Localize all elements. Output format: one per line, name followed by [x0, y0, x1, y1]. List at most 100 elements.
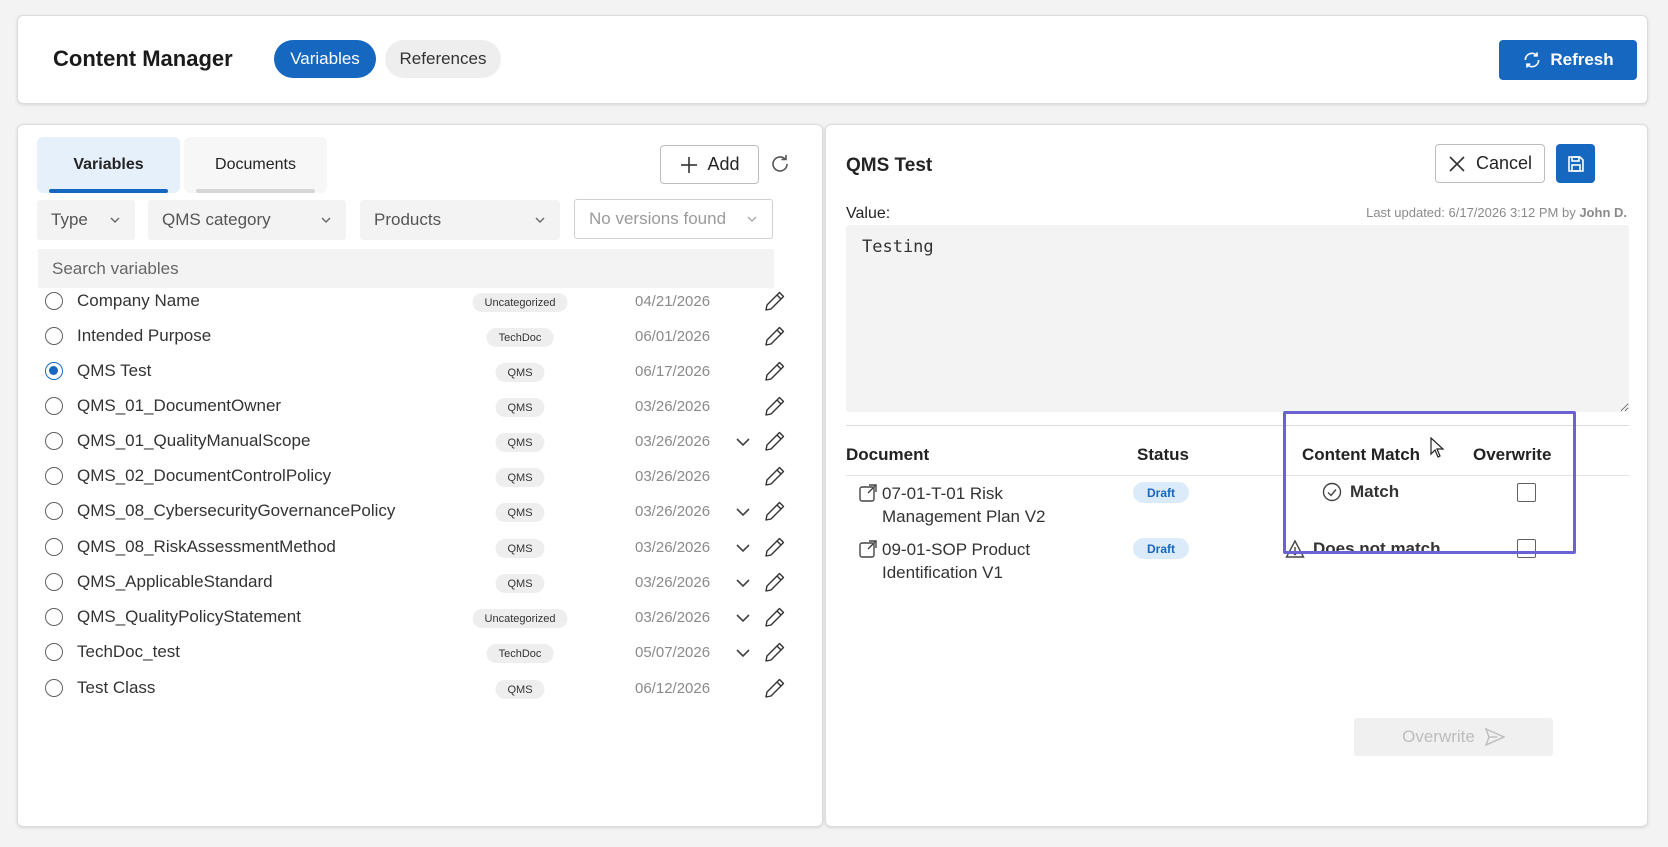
edit-pencil-icon[interactable] — [763, 429, 787, 453]
variable-row[interactable]: QMS Test QMS 06/17/2026 — [45, 354, 795, 390]
qms-category-filter[interactable]: QMS category — [148, 200, 346, 240]
divider — [846, 425, 1629, 426]
variable-row[interactable]: Test Class QMS 06/12/2026 — [45, 671, 795, 707]
edit-pencil-icon[interactable] — [763, 676, 787, 700]
edit-pencil-icon[interactable] — [763, 605, 787, 629]
plus-icon — [681, 156, 698, 173]
document-name[interactable]: 09-01-SOP Product Identification V1 — [882, 538, 1082, 584]
edit-pencil-icon[interactable] — [763, 289, 787, 313]
column-status: Status — [1137, 445, 1189, 464]
chevron-down-icon[interactable] — [733, 502, 753, 522]
search-input[interactable] — [38, 249, 774, 288]
variable-row[interactable]: TechDoc_test TechDoc 05/07/2026 — [45, 635, 795, 671]
variable-row[interactable]: QMS_01_QualityManualScope QMS 03/26/2026 — [45, 424, 795, 460]
variable-row[interactable]: Intended Purpose TechDoc 06/01/2026 — [45, 319, 795, 355]
category-badge: QMS — [495, 363, 545, 382]
category-badge: QMS — [495, 574, 545, 593]
variable-row[interactable]: QMS_01_DocumentOwner QMS 03/26/2026 — [45, 389, 795, 425]
open-external-icon[interactable] — [858, 483, 878, 503]
chevron-down-icon[interactable] — [733, 538, 753, 558]
open-external-icon[interactable] — [858, 539, 878, 559]
save-button[interactable] — [1556, 144, 1595, 183]
category-badge: QMS — [495, 680, 545, 699]
variables-panel: Variables Documents Add Type QMS categor… — [17, 124, 823, 827]
variable-radio[interactable] — [45, 679, 63, 697]
chevron-down-icon[interactable] — [733, 643, 753, 663]
overwrite-button[interactable]: Overwrite — [1354, 718, 1553, 756]
tab-references[interactable]: References — [385, 40, 501, 78]
category-badge: QMS — [495, 503, 545, 522]
variable-radio[interactable] — [45, 292, 63, 310]
versions-filter[interactable]: No versions found — [574, 199, 773, 239]
cancel-button[interactable]: Cancel — [1435, 144, 1545, 183]
type-filter[interactable]: Type — [37, 200, 135, 240]
edit-pencil-icon[interactable] — [763, 499, 787, 523]
variable-row[interactable]: QMS_08_CybersecurityGovernancePolicy QMS 0… — [45, 494, 795, 530]
variable-date: 04/21/2026 — [635, 293, 711, 310]
variable-row[interactable]: QMS_02_DocumentControlPolicy QMS 03/26/202… — [45, 459, 795, 495]
variable-radio[interactable] — [45, 432, 63, 450]
edit-pencil-icon[interactable] — [763, 394, 787, 418]
subtab-variables[interactable]: Variables — [37, 137, 180, 193]
variable-date: 05/07/2026 — [635, 644, 711, 661]
products-filter-label: Products — [374, 210, 442, 229]
variable-radio[interactable] — [45, 538, 63, 556]
category-badge: TechDoc — [486, 328, 554, 347]
variable-detail-panel: QMS Test Cancel Value: Last updated: 6/1… — [825, 124, 1648, 827]
variable-radio[interactable] — [45, 362, 63, 380]
subtab-documents-label: Documents — [215, 156, 296, 173]
variable-date: 03/26/2026 — [635, 433, 711, 450]
variable-radio[interactable] — [45, 467, 63, 485]
edit-pencil-icon[interactable] — [763, 640, 787, 664]
category-badge: QMS — [495, 398, 545, 417]
chevron-down-icon — [321, 217, 331, 223]
add-button[interactable]: Add — [660, 145, 759, 184]
edit-pencil-icon[interactable] — [763, 570, 787, 594]
value-textarea[interactable]: Testing — [846, 225, 1629, 412]
overwrite-checkbox[interactable] — [1517, 539, 1536, 558]
chevron-down-icon[interactable] — [733, 432, 753, 452]
reload-icon[interactable] — [768, 152, 792, 176]
variable-date: 03/26/2026 — [635, 503, 711, 520]
close-icon — [1449, 155, 1465, 172]
value-label: Value: — [846, 205, 891, 222]
variable-radio[interactable] — [45, 608, 63, 626]
edit-pencil-icon[interactable] — [763, 535, 787, 559]
variable-radio[interactable] — [45, 502, 63, 520]
content-match-label: Match — [1350, 482, 1400, 501]
variable-name: QMS Test — [77, 361, 152, 380]
last-updated-text: Last updated: 6/17/2026 3:12 PM by — [1366, 205, 1576, 220]
variable-row[interactable]: QMS_08_RiskAssessmentMethod QMS 03/26/2026 — [45, 530, 795, 566]
variable-radio[interactable] — [45, 397, 63, 415]
variable-row[interactable]: Company Name Uncategorized 04/21/2026 — [45, 284, 795, 320]
edit-pencil-icon[interactable] — [763, 464, 787, 488]
tab-variables[interactable]: Variables — [274, 40, 376, 78]
variable-row[interactable]: QMS_QualityPolicyStatement Uncategorized 0… — [45, 600, 795, 636]
chevron-down-icon[interactable] — [733, 573, 753, 593]
variable-name: QMS_QualityPolicyStatement — [77, 607, 301, 626]
variable-date: 03/26/2026 — [635, 468, 711, 485]
products-filter[interactable]: Products — [360, 200, 560, 240]
edit-pencil-icon[interactable] — [763, 359, 787, 383]
category-badge: Uncategorized — [472, 293, 568, 312]
variable-radio[interactable] — [45, 327, 63, 345]
mouse-cursor-icon — [1430, 437, 1445, 458]
document-name[interactable]: 07-01-T-01 Risk Management Plan V2 — [882, 482, 1082, 528]
edit-pencil-icon[interactable] — [763, 324, 787, 348]
variable-name: QMS_08_CybersecurityGovernancePolicy — [77, 501, 396, 520]
overwrite-checkbox[interactable] — [1517, 483, 1536, 502]
subtab-documents[interactable]: Documents — [184, 137, 327, 193]
category-badge: QMS — [495, 539, 545, 558]
refresh-button[interactable]: Refresh — [1499, 40, 1637, 80]
variable-radio[interactable] — [45, 573, 63, 591]
variable-row[interactable]: QMS_ApplicableStandard QMS 03/26/2026 — [45, 565, 795, 601]
variable-date: 06/01/2026 — [635, 328, 711, 345]
status-badge: Draft — [1133, 538, 1190, 559]
versions-filter-label: No versions found — [589, 209, 727, 228]
category-badge: QMS — [495, 468, 545, 487]
variable-name: Intended Purpose — [77, 326, 212, 345]
variable-name: TechDoc_test — [77, 642, 180, 661]
chevron-down-icon[interactable] — [733, 608, 753, 628]
save-icon — [1567, 155, 1584, 172]
variable-radio[interactable] — [45, 643, 63, 661]
